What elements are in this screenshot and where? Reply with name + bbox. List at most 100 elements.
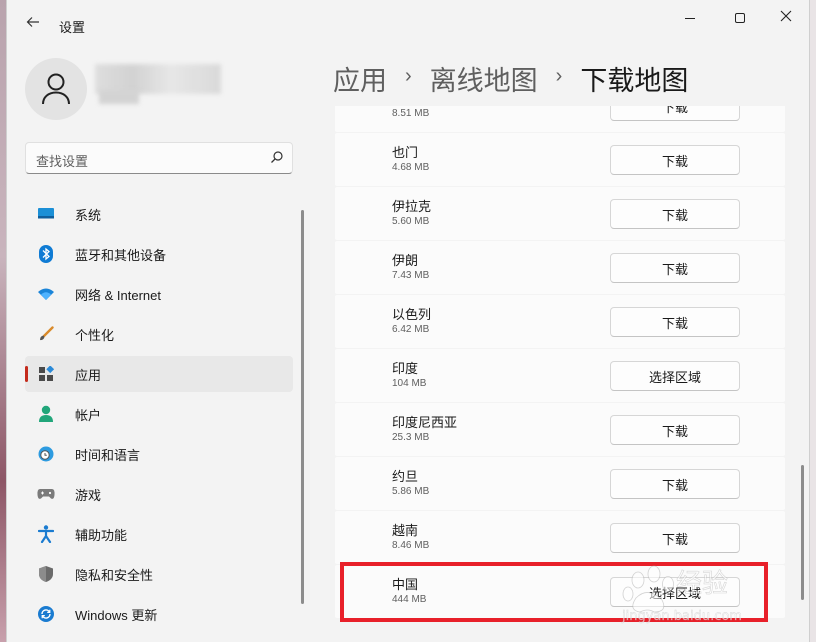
sidebar-item-label: 隐私和安全性 xyxy=(75,567,154,583)
download-button[interactable]: 下载 xyxy=(610,523,740,553)
close-icon xyxy=(780,9,792,27)
selection-indicator xyxy=(25,366,28,382)
page-title: 下载地图 xyxy=(580,65,689,96)
settings-window: 设置 查找设置 系统 蓝牙和其他设备 网络 & Internet 个性化 应用 … xyxy=(6,0,810,642)
shield-icon xyxy=(37,565,55,583)
map-name: 印度尼西亚 xyxy=(392,415,458,430)
map-name: 印度 xyxy=(392,361,419,376)
map-name: 越南 xyxy=(392,523,419,538)
download-button[interactable]: 下载 xyxy=(610,145,740,175)
content-scrollbar[interactable] xyxy=(801,465,804,600)
sidebar-item-label: 网络 & Internet xyxy=(75,287,161,303)
map-name: 以色列 xyxy=(392,307,432,322)
person-icon xyxy=(42,73,70,105)
sidebar-item-network[interactable]: 网络 & Internet xyxy=(25,276,293,312)
search-icon[interactable] xyxy=(270,150,284,169)
update-icon xyxy=(37,605,55,623)
list-item: 约旦 5.86 MB 下载 xyxy=(335,457,785,510)
map-name: 伊朗 xyxy=(392,253,419,268)
map-size: 104 MB xyxy=(392,378,427,389)
gamepad-icon xyxy=(37,485,55,503)
map-size: 6.42 MB xyxy=(392,324,430,335)
list-item: 越南 8.46 MB 下载 xyxy=(335,511,785,564)
sidebar-item-bluetooth[interactable]: 蓝牙和其他设备 xyxy=(25,236,293,272)
sidebar-item-label: 辅助功能 xyxy=(75,527,128,543)
watermark-logo: 经验 jingyan.baidu.com xyxy=(621,565,742,624)
map-name: 中国 xyxy=(392,577,419,592)
map-size: 7.43 MB xyxy=(392,270,430,281)
globe-clock-icon xyxy=(37,445,55,463)
map-list: 8.51 MB 下载 也门 4.68 MB 下载 伊拉克 5.60 MB 下载 … xyxy=(335,106,785,636)
blurred-user-email xyxy=(99,90,139,104)
wifi-icon xyxy=(37,285,55,303)
download-button[interactable]: 下载 xyxy=(610,253,740,283)
sidebar-item-system[interactable]: 系统 xyxy=(25,196,293,232)
list-item: 伊拉克 5.60 MB 下载 xyxy=(335,187,785,240)
map-size: 8.51 MB xyxy=(392,108,430,119)
list-item: 8.51 MB 下载 xyxy=(335,106,785,132)
map-size: 444 MB xyxy=(392,594,427,605)
bluetooth-icon xyxy=(37,245,55,263)
sidebar-item-label: 时间和语言 xyxy=(75,447,141,463)
map-size: 5.60 MB xyxy=(392,216,430,227)
download-button[interactable]: 下载 xyxy=(610,469,740,499)
chevron-right-icon: › xyxy=(405,64,412,87)
sidebar-item-gaming[interactable]: 游戏 xyxy=(25,476,293,512)
list-item: 也门 4.68 MB 下载 xyxy=(335,133,785,186)
apps-icon xyxy=(37,365,55,383)
avatar[interactable] xyxy=(25,58,87,120)
accessibility-icon xyxy=(37,525,55,543)
sidebar-item-accounts[interactable]: 帐户 xyxy=(25,396,293,432)
map-size: 8.46 MB xyxy=(392,540,430,551)
maximize-button[interactable] xyxy=(717,6,763,30)
close-button[interactable] xyxy=(763,6,809,30)
sidebar-scrollbar[interactable] xyxy=(301,210,304,604)
minimize-button[interactable] xyxy=(667,6,713,30)
map-name: 约旦 xyxy=(392,469,419,484)
list-item: 伊朗 7.43 MB 下载 xyxy=(335,241,785,294)
breadcrumb: 应用 › 离线地图 › 下载地图 xyxy=(333,58,688,98)
sidebar-item-label: 游戏 xyxy=(75,487,102,503)
sidebar-nav: 系统 蓝牙和其他设备 网络 & Internet 个性化 应用 帐户 时间和语言… xyxy=(25,196,293,636)
sidebar-item-time-language[interactable]: 时间和语言 xyxy=(25,436,293,472)
sidebar-item-label: Windows 更新 xyxy=(75,607,158,623)
sidebar-item-privacy[interactable]: 隐私和安全性 xyxy=(25,556,293,592)
svg-text:jingyan.baidu.com: jingyan.baidu.com xyxy=(621,609,742,624)
title-bar: 设置 xyxy=(7,0,809,48)
sidebar-item-label: 应用 xyxy=(75,367,102,383)
app-title: 设置 xyxy=(59,20,86,35)
map-name: 也门 xyxy=(392,145,419,160)
breadcrumb-offline-maps[interactable]: 离线地图 xyxy=(430,59,538,98)
sidebar-item-label: 个性化 xyxy=(75,327,115,343)
select-region-button[interactable]: 选择区域 xyxy=(610,361,740,391)
sidebar-item-label: 帐户 xyxy=(75,407,102,423)
map-size: 5.86 MB xyxy=(392,486,430,497)
display-icon xyxy=(37,205,55,223)
download-button[interactable]: 下载 xyxy=(610,307,740,337)
person-icon xyxy=(37,405,55,423)
maximize-icon xyxy=(735,13,745,23)
sidebar-item-accessibility[interactable]: 辅助功能 xyxy=(25,516,293,552)
download-button[interactable]: 下载 xyxy=(610,415,740,445)
brush-icon xyxy=(37,325,55,343)
sidebar-item-windows-update[interactable]: Windows 更新 xyxy=(25,596,293,632)
list-item: 以色列 6.42 MB 下载 xyxy=(335,295,785,348)
map-name: 伊拉克 xyxy=(392,199,432,214)
arrow-left-icon xyxy=(26,15,40,34)
chevron-right-icon: › xyxy=(555,64,563,87)
sidebar-item-apps[interactable]: 应用 xyxy=(25,356,293,392)
svg-text:经验: 经验 xyxy=(676,569,728,599)
sidebar-item-personalization[interactable]: 个性化 xyxy=(25,316,293,352)
list-item: 印度 104 MB 选择区域 xyxy=(335,349,785,402)
map-size: 4.68 MB xyxy=(392,162,430,173)
download-button[interactable]: 下载 xyxy=(610,199,740,229)
search-placeholder: 查找设置 xyxy=(36,154,89,169)
minimize-icon xyxy=(685,17,695,19)
back-button[interactable] xyxy=(21,12,45,36)
sidebar-item-label: 系统 xyxy=(75,207,102,223)
map-size: 25.3 MB xyxy=(392,432,430,443)
breadcrumb-apps[interactable]: 应用 xyxy=(333,59,387,98)
download-button[interactable]: 下载 xyxy=(610,106,740,121)
search-input[interactable]: 查找设置 xyxy=(25,142,293,174)
sidebar-item-label: 蓝牙和其他设备 xyxy=(75,247,167,263)
